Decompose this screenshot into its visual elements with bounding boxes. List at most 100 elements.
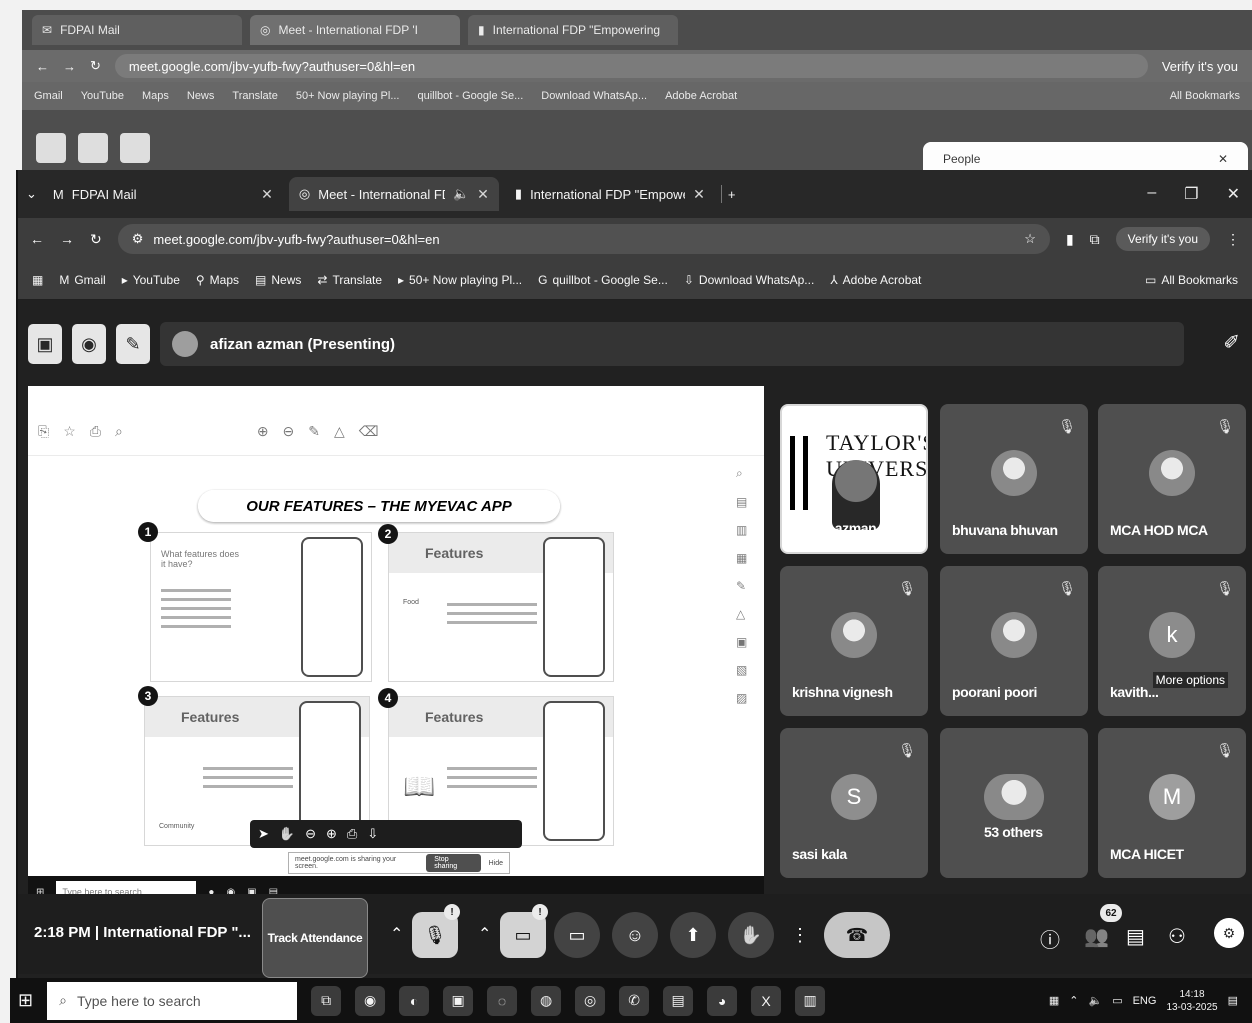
app-icon[interactable]: ◎ — [575, 985, 606, 1016]
extension-icon[interactable]: ▮ — [1066, 231, 1074, 248]
participant-tile[interactable]: 🎙 S sasi kala — [780, 728, 928, 878]
participant-tile[interactable]: 🎙 poorani poori — [940, 566, 1088, 716]
close-tab-icon[interactable]: ✕ — [261, 186, 273, 203]
tray-app-icon[interactable]: ▦ — [1049, 994, 1059, 1007]
new-tab-icon[interactable]: + — [728, 187, 736, 202]
chevron-up-icon[interactable]: ⌃ — [478, 924, 491, 944]
participant-tile[interactable]: 🎙 MCA HOD MCA — [1098, 404, 1246, 554]
bookmark-playing[interactable]: ▸ 50+ Now playing Pl... — [398, 273, 522, 287]
host-controls-icon[interactable]: ⚙ — [1214, 918, 1244, 948]
ghost-bookmark[interactable]: Gmail — [34, 90, 63, 102]
ghost-tab-mail[interactable]: ✉ FDPAI Mail — [32, 15, 242, 45]
tab-fdp[interactable]: ▮ International FDP "Empowering ✕ — [505, 177, 715, 211]
whatsapp-icon[interactable]: ✆ — [619, 985, 650, 1016]
bookmark-news[interactable]: ▤ News — [255, 273, 301, 287]
layout-icon[interactable]: ▣ — [28, 324, 62, 364]
app-icon[interactable]: ◍ — [531, 985, 562, 1016]
forward-icon[interactable]: → — [60, 231, 74, 247]
chevron-up-icon[interactable]: ⌃ — [1069, 994, 1078, 1007]
ghost-tool-icon[interactable] — [78, 132, 108, 163]
ghost-bookmark[interactable]: Adobe Acrobat — [665, 90, 737, 102]
tab-search-chevron-icon[interactable]: ⌄ — [26, 186, 37, 202]
participant-tile[interactable]: 🎙 k kavith... More options — [1098, 566, 1246, 716]
notification-icon[interactable]: ▤ — [1228, 994, 1238, 1007]
extensions-puzzle-icon[interactable]: ⧉ — [1090, 231, 1100, 248]
chrome-icon[interactable]: ◕ — [707, 985, 738, 1016]
participant-tile[interactable]: 🎙 krishna vignesh — [780, 566, 928, 716]
participant-tile-presenter[interactable]: TAYLOR'S UNIVERSITY afizan azman — [780, 404, 928, 554]
close-tab-icon[interactable]: ✕ — [693, 186, 705, 203]
ghost-bookmark[interactable]: YouTube — [81, 90, 124, 102]
more-options-tooltip[interactable]: More options — [1152, 672, 1228, 688]
ghost-tool-icon[interactable] — [120, 132, 150, 163]
participant-tile[interactable]: 🎙 M MCA HICET — [1098, 728, 1246, 878]
notes-icon[interactable]: ✎ — [116, 324, 150, 364]
bookmark-translate[interactable]: ⇄ Translate — [317, 273, 382, 287]
ghost-bookmark[interactable]: Download WhatsAp... — [541, 90, 647, 102]
info-icon[interactable]: ⓘ — [1040, 924, 1060, 953]
address-bar[interactable]: ⚙ meet.google.com/jbv-yufb-fwy?authuser=… — [117, 224, 1050, 254]
back-icon[interactable]: ← — [30, 231, 44, 247]
windows-start-icon[interactable]: ⊞ — [18, 990, 33, 1011]
all-bookmarks[interactable]: ▭ All Bookmarks — [1145, 273, 1238, 287]
ghost-bookmark[interactable]: News — [187, 90, 215, 102]
bookmark-acrobat[interactable]: ⅄ Adobe Acrobat — [830, 273, 921, 287]
more-options-button[interactable]: ⋮ — [786, 912, 814, 958]
taskbar-search-box[interactable]: ⌕ Type here to search — [47, 981, 298, 1020]
reload-icon[interactable]: ↻ — [90, 58, 101, 74]
emoji-button[interactable]: ☺ — [612, 912, 658, 958]
ghost-url[interactable]: meet.google.com/jbv-yufb-fwy?authuser=0&… — [114, 54, 1148, 78]
ghost-tool-icon[interactable] — [36, 132, 66, 163]
reload-icon[interactable]: ↻ — [90, 231, 102, 248]
ghost-bookmark[interactable]: 50+ Now playing Pl... — [296, 90, 400, 102]
bookmark-maps[interactable]: ⚲ Maps — [196, 273, 239, 287]
close-window-icon[interactable]: ✕ — [1227, 184, 1240, 204]
chevron-up-icon[interactable]: ⌃ — [390, 924, 403, 944]
close-tab-icon[interactable]: ✕ — [477, 186, 489, 203]
ghost-all-bookmarks[interactable]: All Bookmarks — [1170, 90, 1240, 102]
forward-icon[interactable]: → — [63, 59, 76, 74]
menu-kebab-icon[interactable]: ⋮ — [1226, 231, 1240, 248]
presenter-pill[interactable]: afizan azman (Presenting) — [160, 322, 1184, 366]
people-icon[interactable]: 👥 — [1084, 924, 1109, 949]
present-button[interactable]: ⬆ — [670, 912, 716, 958]
bookmark-star-icon[interactable]: ☆ — [1024, 231, 1036, 247]
ghost-verify-button[interactable]: Verify it's you — [1162, 59, 1238, 74]
leave-call-button[interactable]: ☎ — [824, 912, 890, 958]
record-icon[interactable]: ◉ — [72, 324, 106, 364]
bookmark-whatsapp[interactable]: ⇩ Download WhatsAp... — [684, 273, 814, 287]
ghost-tab-meet[interactable]: ◎ Meet - International FDP 'I — [250, 15, 460, 45]
tab-meet[interactable]: ◎ Meet - International FDP 'I 🔈 ✕ — [288, 177, 499, 211]
chat-icon[interactable]: ▤ — [1126, 924, 1145, 949]
track-attendance-button[interactable]: Track Attendance — [262, 898, 368, 978]
ghost-tab-fdp[interactable]: ▮ International FDP "Empowering — [468, 15, 678, 45]
excel-icon[interactable]: X — [751, 985, 782, 1016]
store-icon[interactable]: ▣ — [443, 985, 474, 1016]
file-explorer-icon[interactable]: ▤ — [663, 985, 694, 1016]
minimize-icon[interactable]: – — [1147, 184, 1156, 204]
app-icon[interactable]: ◉ — [355, 985, 386, 1016]
tab-mail[interactable]: M FDPAI Mail ✕ — [43, 177, 283, 211]
bookmark-quillbot[interactable]: Gquillbot - Google Se... — [538, 273, 668, 287]
restore-icon[interactable]: ❐ — [1184, 184, 1198, 204]
captions-button[interactable]: ▭ — [554, 912, 600, 958]
app-icon[interactable]: ◐ — [399, 985, 430, 1016]
apps-grid-icon[interactable]: ▦ — [32, 273, 43, 287]
bookmark-youtube[interactable]: ▸ YouTube — [122, 273, 180, 287]
ghost-bookmark[interactable]: Translate — [232, 90, 277, 102]
bookmark-gmail[interactable]: M Gmail — [59, 273, 105, 287]
app-icon[interactable]: ▥ — [795, 985, 826, 1016]
language-indicator[interactable]: ENG — [1133, 995, 1157, 1007]
ghost-bookmark[interactable]: quillbot - Google Se... — [417, 90, 523, 102]
network-icon[interactable]: ▭ — [1112, 994, 1122, 1007]
taskbar-clock[interactable]: 14:18 13-03-2025 — [1166, 988, 1217, 1014]
site-info-icon[interactable]: ⚙ — [132, 231, 144, 247]
edge-icon[interactable]: ◌ — [487, 985, 518, 1016]
pin-icon[interactable]: ✐ — [1223, 330, 1240, 355]
participant-tile-others[interactable]: 53 others — [940, 728, 1088, 878]
back-icon[interactable]: ← — [36, 59, 49, 74]
verify-button[interactable]: Verify it's you — [1115, 227, 1210, 251]
volume-icon[interactable]: 🔈 — [1088, 994, 1102, 1007]
participant-tile[interactable]: 🎙 bhuvana bhuvan — [940, 404, 1088, 554]
activities-icon[interactable]: ⚇ — [1168, 924, 1186, 949]
